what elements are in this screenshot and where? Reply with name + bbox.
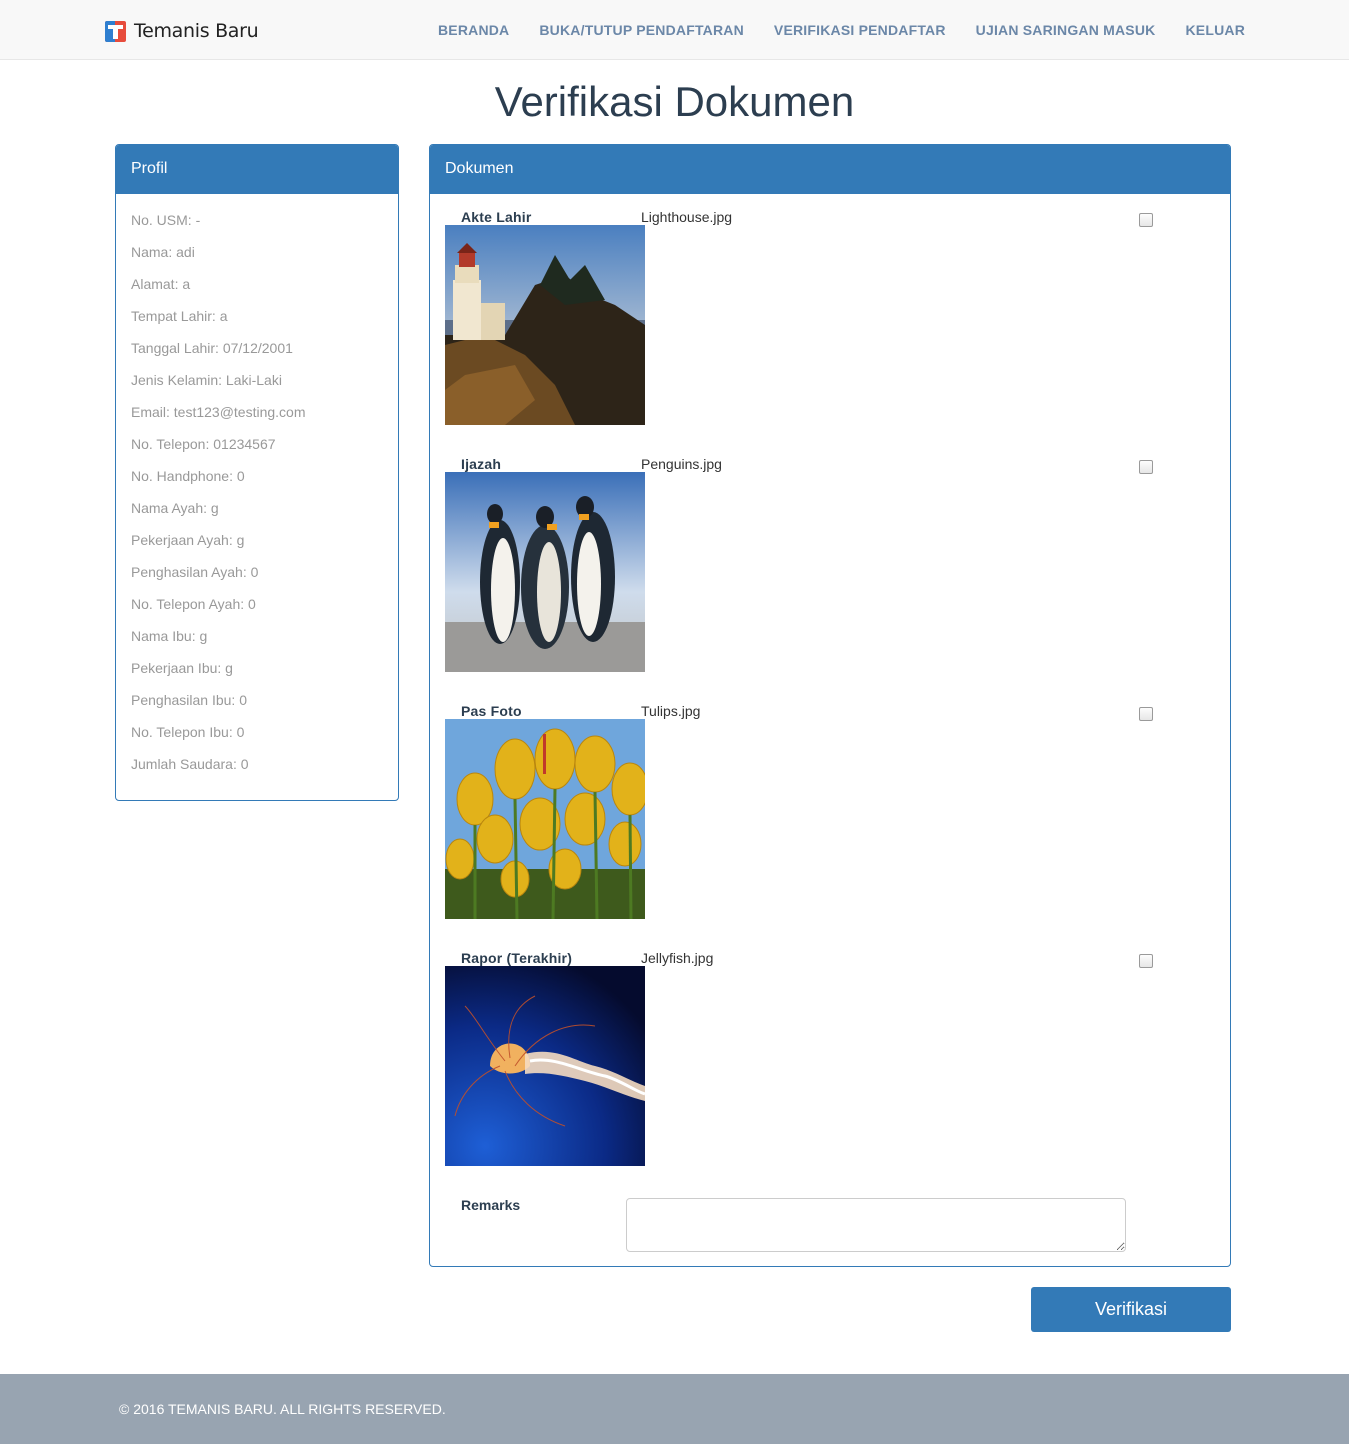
profil-field: Jenis Kelamin: Laki-Laki [131,372,282,388]
document-filename: Jellyfish.jpg [641,950,714,966]
document-row-ijazah: Ijazah Penguins.jpg [445,456,1205,686]
profil-field: Alamat: a [131,276,191,292]
brand-name: Temanis Baru [134,20,259,42]
nav-keluar[interactable]: KELUAR [1185,22,1245,38]
profil-field: Pekerjaan Ibu: g [131,660,233,676]
profil-field: Penghasilan Ayah: 0 [131,564,259,580]
document-label: Rapor (Terakhir) [461,950,573,966]
footer: © 2016 TEMANIS BARU. ALL RIGHTS RESERVED… [0,1374,1349,1444]
dokumen-panel-heading: Dokumen [430,145,1230,194]
profil-field: No. Telepon: 01234567 [131,436,276,452]
profil-field: Nama Ayah: g [131,500,219,516]
jellyfish-photo [445,966,645,1166]
verify-checkbox-ijazah[interactable] [1139,460,1153,474]
profil-field: No. USM: - [131,212,201,228]
document-row-akte-lahir: Akte Lahir Lighthouse.jpg [445,209,1205,439]
document-row-pas-foto: Pas Foto Tulips.jpg [445,703,1205,933]
penguins-photo [445,472,645,672]
page-title: Verifikasi Dokumen [494,78,855,125]
main-nav: BERANDA BUKA/TUTUP PENDAFTARAN VERIFIKAS… [408,22,1245,38]
lighthouse-photo [445,225,645,425]
profil-field: No. Handphone: 0 [131,468,245,484]
remarks-label: Remarks [461,1197,521,1213]
verifikasi-button[interactable]: Verifikasi [1031,1287,1231,1332]
profil-field-list: No. USM: - Nama: adi Alamat: a Tempat La… [116,194,398,786]
verify-checkbox-rapor[interactable] [1139,954,1153,968]
document-label: Akte Lahir [461,209,532,225]
verify-checkbox-pas-foto[interactable] [1139,707,1153,721]
profil-field: No. Telepon Ibu: 0 [131,724,245,740]
dokumen-panel: Dokumen Akte Lahir Lighthouse.jpg Ijazah… [429,144,1231,1267]
profil-field: Penghasilan Ibu: 0 [131,692,247,708]
profil-field: Nama Ibu: g [131,628,208,644]
verify-checkbox-akte-lahir[interactable] [1139,213,1153,227]
profil-field: Jumlah Saudara: 0 [131,756,249,772]
profil-field: Tempat Lahir: a [131,308,228,324]
document-label: Ijazah [461,456,502,472]
profil-field: No. Telepon Ayah: 0 [131,596,256,612]
footer-copyright: © 2016 TEMANIS BARU. ALL RIGHTS RESERVED… [119,1401,446,1417]
profil-field: Tanggal Lahir: 07/12/2001 [131,340,293,356]
navbar: Temanis Baru BERANDA BUKA/TUTUP PENDAFTA… [0,0,1349,60]
brand-link[interactable]: Temanis Baru [105,19,259,43]
t-logo-icon [105,20,126,42]
nav-verifikasi-pendaftar[interactable]: VERIFIKASI PENDAFTAR [774,22,946,38]
document-filename: Tulips.jpg [641,703,701,719]
profil-field: Nama: adi [131,244,195,260]
profil-field: Pekerjaan Ayah: g [131,532,245,548]
document-filename: Lighthouse.jpg [641,209,733,225]
remarks-textarea[interactable] [626,1198,1126,1252]
profil-panel: Profil No. USM: - Nama: adi Alamat: a Te… [115,144,399,801]
tulips-photo [445,719,645,919]
nav-beranda[interactable]: BERANDA [438,22,509,38]
document-row-rapor: Rapor (Terakhir) Jellyfish.jpg [445,950,1205,1180]
profil-panel-heading: Profil [116,145,398,194]
nav-buka-tutup-pendaftaran[interactable]: BUKA/TUTUP PENDAFTARAN [539,22,744,38]
document-filename: Penguins.jpg [641,456,722,472]
profil-field: Email: test123@testing.com [131,404,306,420]
document-label: Pas Foto [461,703,522,719]
nav-ujian-saringan-masuk[interactable]: UJIAN SARINGAN MASUK [976,22,1156,38]
